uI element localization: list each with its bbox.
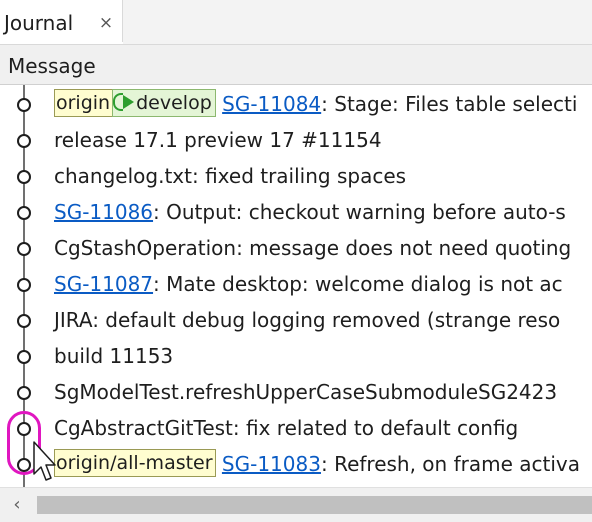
row-text: build 11153 <box>54 344 174 368</box>
table-row[interactable]: JIRA: default debug logging removed (str… <box>0 303 592 339</box>
table-row[interactable]: SG-11087: Mate desktop: welcome dialog i… <box>0 267 592 303</box>
branch-badge[interactable]: origin/all-master <box>54 449 216 477</box>
row-text: : Refresh, on frame activa <box>320 452 580 476</box>
row-message: CgAbstractGitTest: fix related to defaul… <box>54 415 518 441</box>
branch-link-icon <box>113 92 124 111</box>
tab-journal[interactable]: Journal × <box>0 0 123 45</box>
tab-bar: Journal × <box>0 0 592 45</box>
tab-title: Journal <box>4 11 74 35</box>
row-text: : Output: checkout warning before auto-s <box>153 200 566 224</box>
issue-link[interactable]: SG-11086 <box>54 200 153 224</box>
scrollbar-thumb[interactable] <box>37 496 592 514</box>
row-message: changelog.txt: fixed trailing spaces <box>54 163 406 189</box>
commit-node-icon <box>17 170 31 184</box>
commit-node-icon <box>17 350 31 364</box>
row-message: JIRA: default debug logging removed (str… <box>54 307 560 333</box>
branch-badge[interactable]: origin <box>54 89 114 117</box>
row-message: origin develop SG-11084: Stage: Files tab… <box>54 89 578 117</box>
commit-node-icon <box>17 134 31 148</box>
branch-badge-label: develop <box>136 92 212 114</box>
commit-node-icon <box>17 98 31 112</box>
row-message: CgStashOperation: message does not need … <box>54 235 571 261</box>
row-text: changelog.txt: fixed trailing spaces <box>54 164 407 188</box>
commit-node-icon <box>17 206 31 220</box>
column-header[interactable]: Message <box>0 45 592 85</box>
branch-badge-current[interactable]: develop <box>112 89 216 117</box>
row-message: build 11153 <box>54 343 173 369</box>
row-text: : Mate desktop: welcome dialog is not ac <box>153 272 563 296</box>
commit-node-icon <box>17 242 31 256</box>
row-text: JIRA: default debug logging removed (str… <box>54 308 561 332</box>
row-message: SgModelTest.refreshUpperCaseSubmoduleSG2… <box>54 379 557 405</box>
commit-node-icon <box>17 278 31 292</box>
issue-link[interactable]: SG-11083 <box>222 452 321 476</box>
row-message: origin/all-master SG-11083: Refresh, on … <box>54 449 580 477</box>
table-row[interactable]: SG-11086: Output: checkout warning befor… <box>0 195 592 231</box>
table-row[interactable]: build 11153 <box>0 339 592 375</box>
horizontal-scrollbar[interactable]: ‹ <box>0 487 592 522</box>
row-text: release 17.1 preview 17 #11154 <box>54 128 382 152</box>
column-header-message: Message <box>8 54 96 78</box>
commit-node-icon <box>17 386 31 400</box>
close-icon[interactable]: × <box>95 10 117 36</box>
table-row[interactable]: CgAbstractGitTest: fix related to defaul… <box>0 411 592 447</box>
row-message: SG-11086: Output: checkout warning befor… <box>54 199 566 225</box>
table-row[interactable]: SgModelTest.refreshUpperCaseSubmoduleSG2… <box>0 375 592 411</box>
mouse-cursor-icon <box>33 441 56 481</box>
row-text: CgAbstractGitTest: fix related to defaul… <box>54 416 519 440</box>
commit-node-icon <box>17 314 31 328</box>
row-message: SG-11087: Mate desktop: welcome dialog i… <box>54 271 563 297</box>
table-row[interactable]: CgStashOperation: message does not need … <box>0 231 592 267</box>
scroll-left-icon[interactable]: ‹ <box>2 490 32 520</box>
table-row[interactable]: changelog.txt: fixed trailing spaces <box>0 159 592 195</box>
table-row[interactable]: release 17.1 preview 17 #11154 <box>0 123 592 159</box>
row-message: release 17.1 preview 17 #11154 <box>54 127 382 153</box>
row-text: : Stage: Files table selecti <box>321 92 578 116</box>
issue-link[interactable]: SG-11087 <box>54 272 153 296</box>
row-text: SgModelTest.refreshUpperCaseSubmoduleSG2… <box>54 380 558 404</box>
play-icon <box>123 94 135 109</box>
table-row[interactable]: origin develop SG-11084: Stage: Files tab… <box>0 87 592 123</box>
row-text: CgStashOperation: message does not need … <box>54 236 572 260</box>
table-row[interactable]: origin/all-master SG-11083: Refresh, on … <box>0 447 592 483</box>
journal-list[interactable]: origin develop SG-11084: Stage: Files tab… <box>0 85 592 487</box>
issue-link[interactable]: SG-11084 <box>222 92 321 116</box>
